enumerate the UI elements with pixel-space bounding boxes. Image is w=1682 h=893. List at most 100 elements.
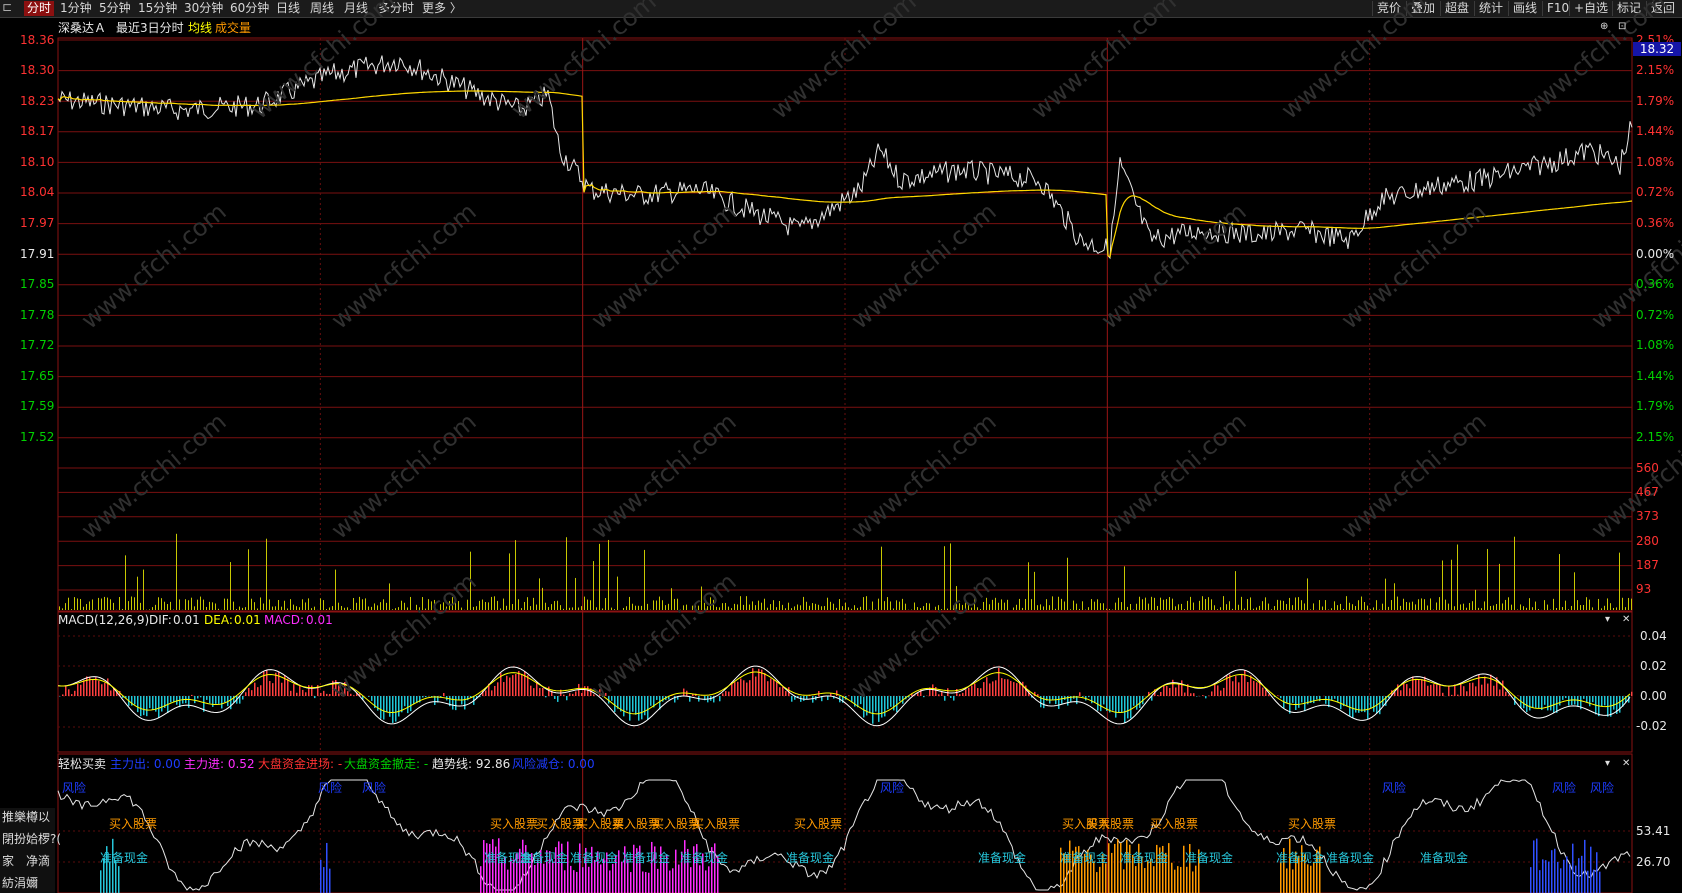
left-panel-item[interactable]: 閉扮姶椤?( (2, 830, 61, 847)
volume-bar (812, 603, 813, 610)
volume-bar (1337, 605, 1338, 610)
volume-bar (194, 606, 195, 610)
volume-bar (596, 607, 597, 610)
volume-bar (1319, 600, 1320, 610)
left-panel-item[interactable]: 推樂樽以 (2, 808, 50, 825)
qsmm-signal-bar (570, 865, 572, 893)
volume-bar (497, 600, 498, 610)
macd-bar-positive (980, 688, 982, 696)
cash-signal: 准备现金 (680, 851, 729, 865)
volume-bar (1445, 599, 1446, 610)
macd-bar-positive (110, 690, 112, 696)
macd-bar-negative (1052, 696, 1054, 700)
volume-bar (1511, 604, 1512, 610)
macd-bar-positive (80, 684, 82, 696)
volume-bar (326, 609, 327, 610)
volume-bar (119, 597, 120, 610)
volume-bar (80, 598, 81, 610)
macd-bar-negative (641, 696, 643, 720)
macd-bar-positive (1001, 678, 1003, 696)
macd-bar-negative (188, 696, 190, 708)
volume-bar (200, 596, 201, 610)
volume-bar (143, 569, 144, 610)
volume-bar (845, 602, 846, 610)
volume-bar (743, 604, 744, 610)
volume-bar (1127, 606, 1128, 610)
volume-bar (1031, 599, 1032, 610)
macd-bar-negative (812, 696, 814, 703)
volume-bar (1589, 599, 1590, 610)
volume-bar (248, 549, 249, 610)
volume-tick: 187 (1636, 558, 1659, 572)
volume-bar (992, 599, 993, 610)
volume-bar (821, 606, 822, 610)
volume-bar (1271, 609, 1272, 610)
volume-tick: 373 (1636, 509, 1659, 523)
volume-bar (305, 602, 306, 610)
qsmm-dropdown-icon[interactable]: ▾ (1605, 758, 1610, 769)
volume-tick: 93 (1636, 582, 1652, 596)
macd-bar-positive (1166, 686, 1168, 696)
macd-tick: -0.02 (1636, 719, 1668, 733)
volume-bar (863, 597, 864, 610)
macd-bar-positive (1409, 688, 1411, 696)
watermark-text: www.cfchi.com (76, 197, 232, 334)
macd-bar-negative (656, 696, 658, 700)
volume-bar (584, 596, 585, 610)
macd-bar-negative (1340, 696, 1342, 710)
volume-bar (1115, 602, 1116, 610)
macd-bar-positive (1022, 681, 1024, 696)
volume-bar (1184, 609, 1185, 610)
volume-bar (266, 538, 267, 610)
volume-bar (92, 599, 93, 610)
qsmm-signal-bar (1572, 843, 1574, 893)
volume-bar (515, 540, 516, 610)
volume-bar (1538, 609, 1539, 610)
macd-bar-positive (1505, 691, 1507, 696)
macd-close-icon[interactable]: ✕ (1622, 614, 1630, 625)
volume-bar (1412, 601, 1413, 610)
macd-bar-positive (530, 685, 532, 696)
macd-bar-negative (1349, 696, 1351, 717)
qsmm-signal-bar (543, 863, 545, 893)
macd-bar-positive (287, 678, 289, 696)
macd-bar-positive (572, 693, 574, 696)
volume-bar (344, 607, 345, 610)
macd-bar-positive (764, 672, 766, 696)
macd-bar-negative (884, 696, 886, 717)
macd-bar-positive (1214, 683, 1216, 696)
macd-dropdown-icon[interactable]: ▾ (1605, 614, 1610, 625)
volume-bar (1205, 599, 1206, 610)
volume-bar (1070, 609, 1071, 610)
macd-bar-positive (101, 684, 103, 696)
macd-bar-negative (566, 696, 568, 701)
watermark-text: www.cfchi.com (1586, 407, 1682, 544)
expand-icon[interactable]: ⊕ (1600, 21, 1608, 32)
qsmm-signal-bar (612, 863, 614, 893)
volume-bar (1295, 597, 1296, 610)
left-panel-item[interactable]: 家 净滴 (2, 852, 50, 869)
volume-bar (68, 597, 69, 610)
macd-bar-positive (65, 686, 67, 696)
qsmm-signal-bar (564, 870, 566, 893)
volume-bar (563, 608, 564, 610)
left-panel-item[interactable]: 紡涓嬭 (2, 874, 38, 891)
macd-bar-negative (923, 696, 925, 698)
macd-bar-positive (1457, 694, 1459, 696)
macd-bar-positive (1475, 686, 1477, 696)
macd-bar-negative (1091, 696, 1093, 704)
volume-bar (893, 608, 894, 610)
volume-tick: 280 (1636, 534, 1659, 548)
macd-bar-positive (497, 682, 499, 696)
restore-icon[interactable]: ⊡ (1618, 21, 1626, 32)
qsmm-close-icon[interactable]: ✕ (1622, 758, 1630, 769)
qsmm-signal-bar (663, 861, 665, 893)
macd-bar-positive (941, 692, 943, 696)
volume-bar (404, 602, 405, 610)
macd-bar-positive (1169, 688, 1171, 696)
volume-bar (1142, 599, 1143, 610)
qsmm-signal-bar (558, 841, 560, 893)
macd-bar-positive (1250, 675, 1252, 696)
macd-bar-positive (773, 679, 775, 696)
volume-bar (1577, 600, 1578, 610)
